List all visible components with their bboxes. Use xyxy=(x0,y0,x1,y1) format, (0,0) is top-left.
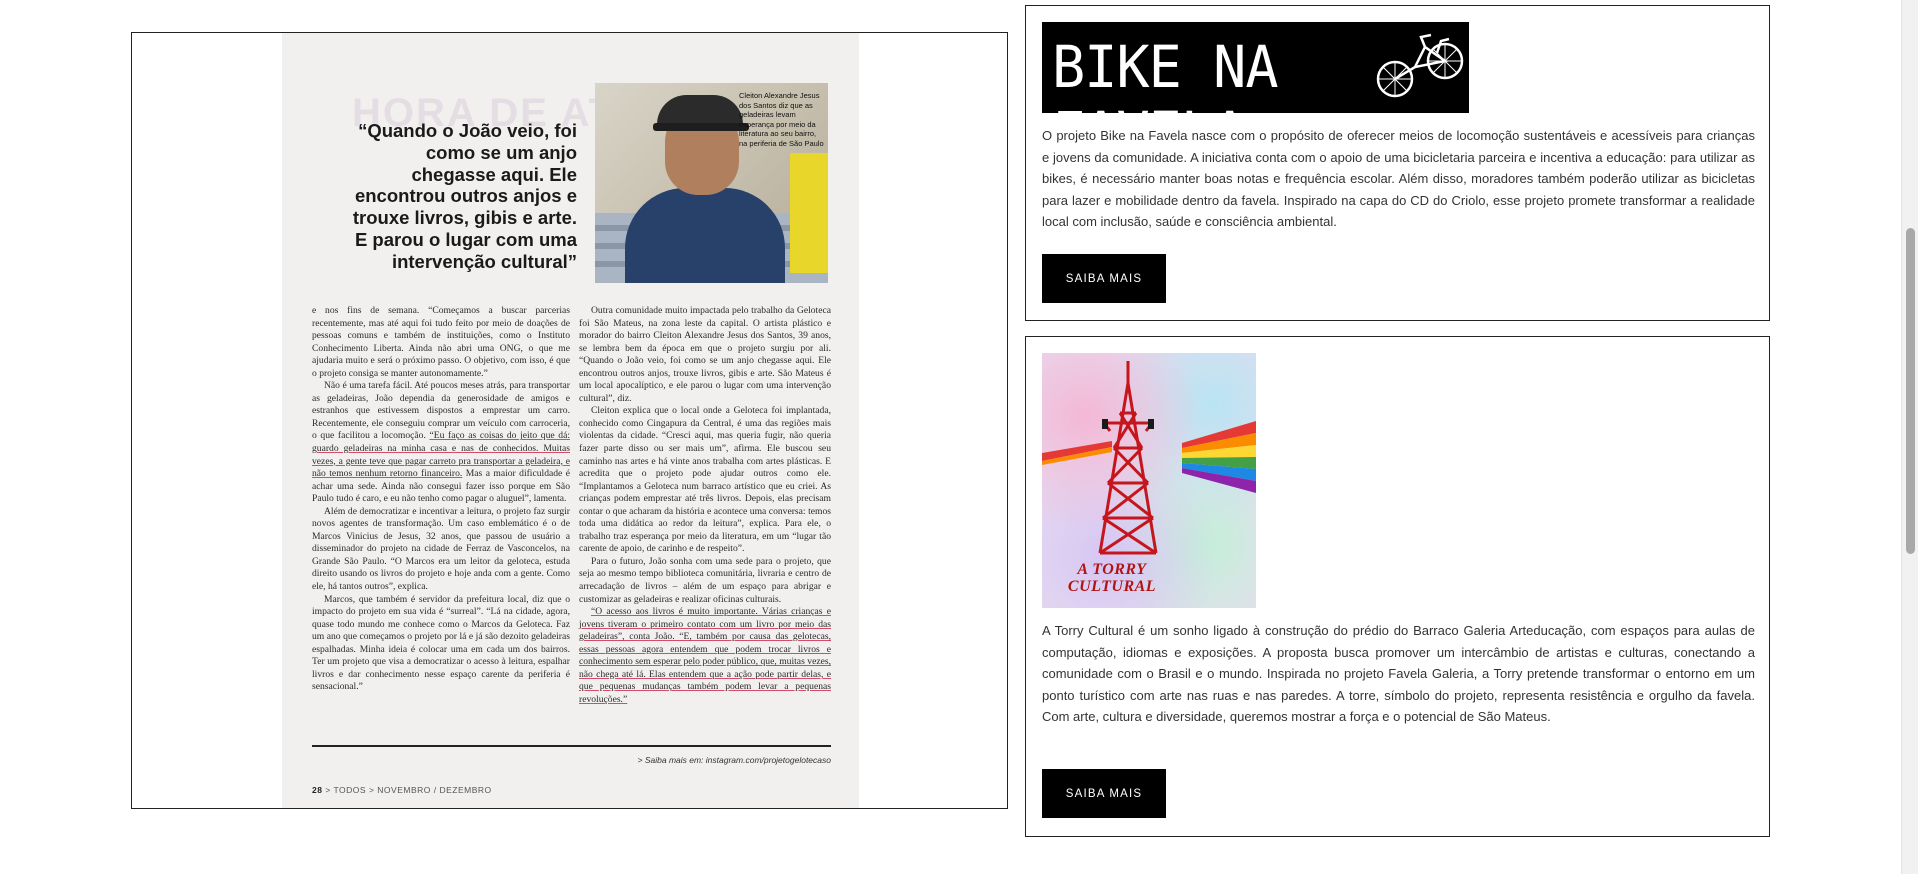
portrait-photo: Cleiton Alexandre Jesus dos Santos diz q… xyxy=(595,83,828,283)
source-link-text: > Saiba mais em: instagram.com/projetoge… xyxy=(637,755,831,765)
scrollbar-thumb[interactable] xyxy=(1906,228,1915,554)
article-paragraph: Não é uma tarefa fácil. Até poucos meses… xyxy=(312,380,570,505)
issue-label: > TODOS > NOVEMBRO / DEZEMBRO xyxy=(325,785,492,795)
page-number: 28 xyxy=(312,785,323,795)
bike-na-favela-logo: BIKE NA FAVELA xyxy=(1042,22,1469,113)
magazine-page: HORA DE ATA “Quando o João veio, foi com… xyxy=(282,33,859,808)
saiba-mais-button-bike[interactable]: SAIBA MAIS xyxy=(1042,254,1166,303)
page-scrollbar[interactable] xyxy=(1901,0,1918,874)
project-card-torry-cultural: A TORRY CULTURAL A Torry Cultural é um s… xyxy=(1025,336,1770,837)
divider xyxy=(312,745,831,747)
photo-caption: Cleiton Alexandre Jesus dos Santos diz q… xyxy=(739,91,824,148)
page-footer: 28 > TODOS > NOVEMBRO / DEZEMBRO xyxy=(312,785,492,795)
torry-cultural-poster: A TORRY CULTURAL xyxy=(1042,353,1256,608)
pull-quote: “Quando o João veio, foi como se um anjo… xyxy=(352,120,577,272)
article-paragraph: Para o futuro, João sonha com uma sede p… xyxy=(579,555,831,605)
bicycle-icon xyxy=(1376,33,1464,98)
poster-caption: A TORRY CULTURAL xyxy=(1067,561,1157,595)
saiba-mais-button-torry[interactable]: SAIBA MAIS xyxy=(1042,769,1166,818)
article-paragraph: e nos fins de semana. “Começamos a busca… xyxy=(312,305,570,379)
magazine-image-frame: HORA DE ATA “Quando o João veio, foi com… xyxy=(131,32,1008,809)
article-column-left: e nos fins de semana. “Começamos a busca… xyxy=(312,305,570,694)
torry-project-description: A Torry Cultural é um sonho ligado à con… xyxy=(1042,623,1755,725)
article-paragraph: Além de democratizar e incentivar a leit… xyxy=(312,505,570,593)
bike-project-description: O projeto Bike na Favela nasce com o pro… xyxy=(1042,128,1755,230)
article-column-right: Outra comunidade muito impactada pelo tr… xyxy=(579,305,831,707)
article-paragraph: Marcos, que também é servidor da prefeit… xyxy=(312,593,570,693)
highlighted-quote: “O acesso aos livros é muito importante.… xyxy=(579,606,831,705)
article-paragraph: Outra comunidade muito impactada pelo tr… xyxy=(579,305,831,404)
article-paragraph: Cleiton explica que o local onde a Gelot… xyxy=(579,405,831,555)
project-card-bike-na-favela: BIKE NA FAVELA O projeto Bike na Favela … xyxy=(1025,5,1770,321)
